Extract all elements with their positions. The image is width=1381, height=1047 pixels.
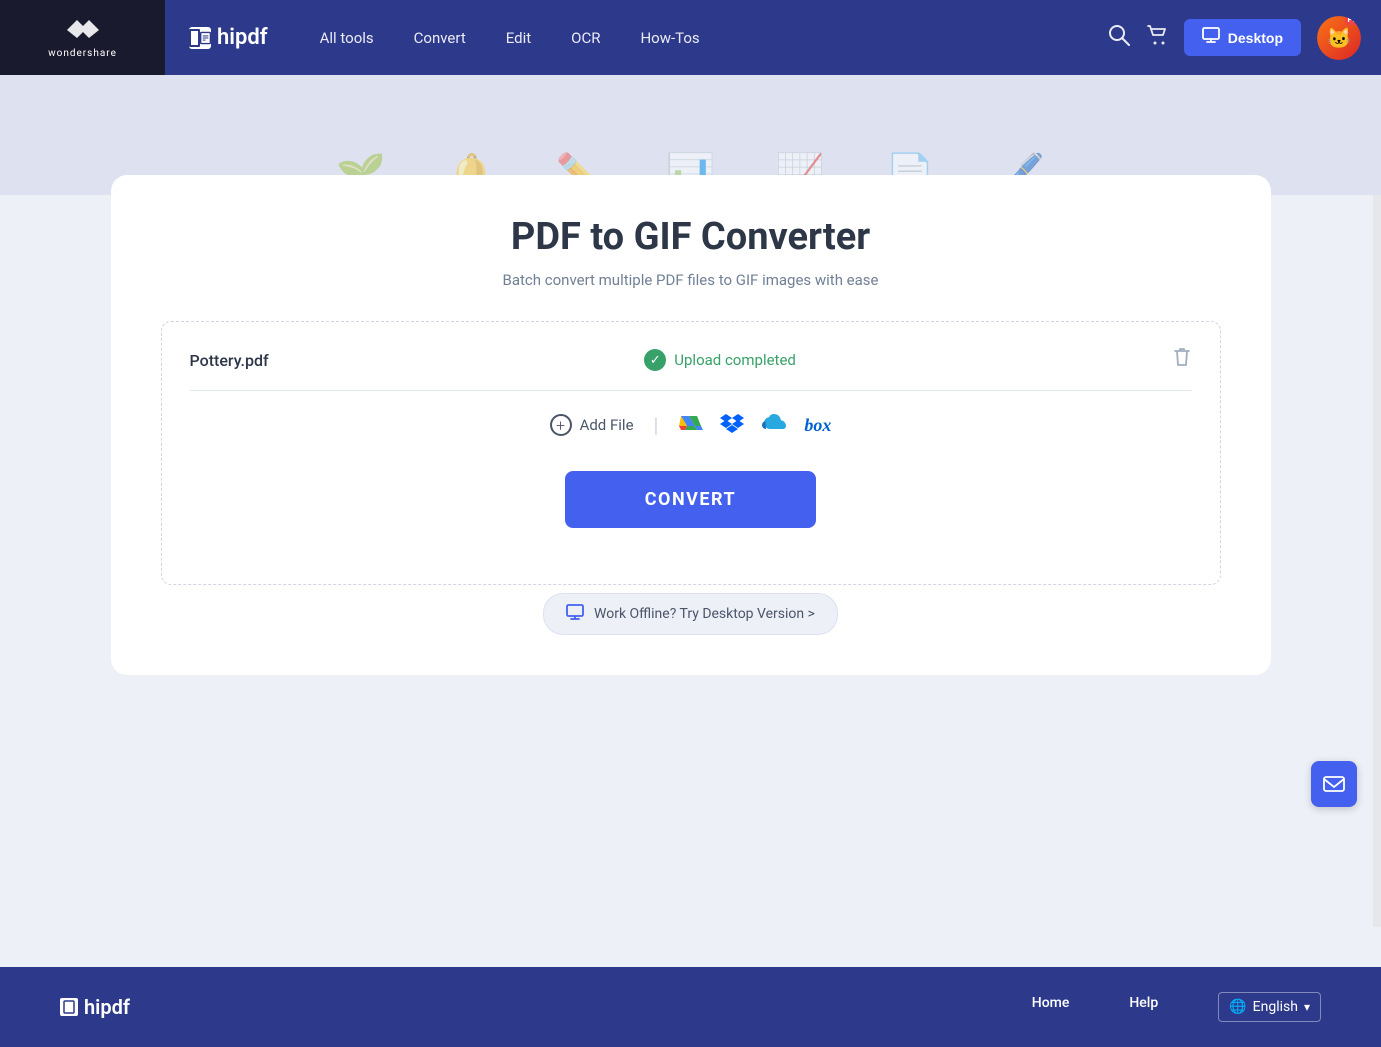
desktop-banner-icon	[566, 604, 584, 624]
file-name: Pottery.pdf	[190, 351, 269, 370]
pro-badge: Pro	[1345, 16, 1361, 25]
page-subtitle: Batch convert multiple PDF files to GIF …	[161, 271, 1221, 289]
footer-help-label[interactable]: Help	[1129, 995, 1158, 1011]
desktop-btn-label: Desktop	[1228, 30, 1283, 46]
delete-file-button[interactable]	[1172, 346, 1192, 374]
file-row: Pottery.pdf ✓ Upload completed	[190, 346, 1192, 374]
check-icon: ✓	[644, 349, 666, 371]
footer-links: Home Help 🌐 English ▾	[1032, 992, 1321, 1022]
globe-icon: 🌐	[1229, 999, 1246, 1015]
footer-col-home: Home	[1032, 992, 1070, 1022]
search-icon[interactable]	[1108, 24, 1130, 51]
separator: |	[654, 413, 659, 437]
nav-actions: Desktop 🐱 Pro	[1108, 16, 1381, 60]
desktop-button[interactable]: Desktop	[1184, 19, 1301, 56]
add-file-row: + Add File |	[190, 411, 1192, 439]
add-file-button[interactable]: + Add File	[550, 414, 634, 436]
desktop-banner-text: Work Offline? Try Desktop Version >	[594, 606, 815, 622]
main-content: PDF to GIF Converter Batch convert multi…	[0, 195, 1381, 967]
desktop-banner-pill[interactable]: Work Offline? Try Desktop Version >	[543, 593, 838, 635]
add-file-label: Add File	[580, 416, 634, 434]
file-area: Pottery.pdf ✓ Upload completed + Add Fil…	[161, 321, 1221, 585]
add-file-icon: +	[550, 414, 572, 436]
divider	[190, 390, 1192, 391]
language-selector[interactable]: 🌐 English ▾	[1218, 992, 1321, 1022]
wondershare-label: wondershare	[48, 48, 117, 59]
nav-ocr[interactable]: OCR	[555, 21, 616, 55]
convert-button[interactable]: CONVERT	[565, 471, 816, 528]
wondershare-logo-icon	[63, 16, 103, 44]
navbar: wondershare hipdf All tools Convert Edit…	[0, 0, 1381, 75]
chevron-down-icon: ▾	[1304, 1000, 1310, 1014]
hipdf-icon	[189, 27, 211, 49]
cart-icon[interactable]	[1146, 24, 1168, 51]
nav-how-tos[interactable]: How-Tos	[624, 21, 715, 55]
dropbox-icon[interactable]	[720, 411, 744, 439]
footer-hipdf-text: hipdf	[84, 995, 130, 1019]
footer-hipdf-icon	[60, 998, 78, 1016]
nav-edit[interactable]: Edit	[490, 21, 547, 55]
mail-float-button[interactable]	[1311, 761, 1357, 807]
wondershare-brand: wondershare	[0, 0, 165, 75]
converter-card: PDF to GIF Converter Batch convert multi…	[111, 175, 1271, 675]
page-title: PDF to GIF Converter	[161, 215, 1221, 259]
desktop-banner: Work Offline? Try Desktop Version >	[161, 593, 1221, 635]
footer: hipdf Home Help 🌐 English ▾	[0, 967, 1381, 1047]
upload-status: ✓ Upload completed	[644, 349, 796, 371]
hipdf-text: hipdf	[217, 25, 268, 50]
desktop-btn-icon	[1202, 27, 1220, 48]
google-drive-icon[interactable]	[678, 411, 704, 439]
box-icon[interactable]: box	[804, 415, 831, 436]
footer-col-help: Help	[1129, 992, 1158, 1022]
nav-all-tools[interactable]: All tools	[304, 21, 390, 55]
nav-convert[interactable]: Convert	[398, 21, 482, 55]
nav-links: All tools Convert Edit OCR How-Tos	[304, 21, 1108, 55]
cloud-storage-icons: box	[678, 411, 831, 439]
footer-logo: hipdf	[60, 995, 130, 1019]
language-label: English	[1253, 999, 1298, 1015]
hipdf-logo[interactable]: hipdf	[189, 25, 268, 50]
user-avatar[interactable]: 🐱 Pro	[1317, 16, 1361, 60]
onedrive-icon[interactable]	[760, 413, 788, 437]
upload-status-text: Upload completed	[674, 351, 796, 369]
footer-home-label[interactable]: Home	[1032, 995, 1070, 1011]
